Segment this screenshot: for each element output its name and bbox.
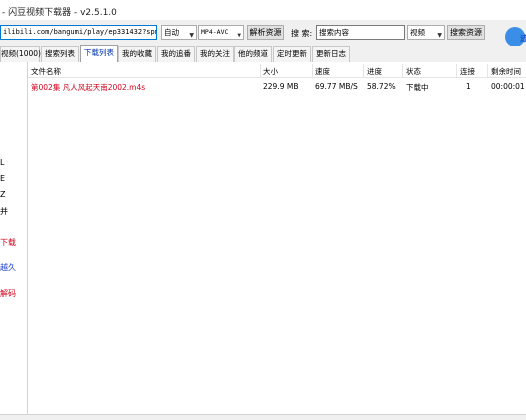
column-header-connections[interactable]: 连接 <box>460 66 475 77</box>
table-row[interactable]: 第002集 凡人风起天南2002.m4s 229.9 MB 69.77 MB/S… <box>28 80 526 94</box>
row-connections: 1 <box>466 82 471 91</box>
tab-following-bangumi[interactable]: 我的追番 <box>157 46 195 62</box>
chevron-down-icon: ▼ <box>237 32 241 39</box>
parse-button[interactable]: 解析资源 <box>247 25 284 40</box>
column-divider[interactable] <box>260 64 261 78</box>
format-select[interactable]: MP4-AVC ▼ <box>198 25 244 40</box>
search-type-select[interactable]: 视频 ▼ <box>407 25 445 40</box>
row-remaining: 00:00:01 <box>491 82 525 91</box>
side-text: E <box>0 174 6 183</box>
search-label: 搜 索: <box>291 29 313 38</box>
tab-video[interactable]: 视频(1000) <box>0 46 41 62</box>
column-header-status[interactable]: 状态 <box>406 66 421 77</box>
format-select-value: MP4-AVC <box>201 28 229 36</box>
quality-select-value: 自动 <box>164 28 179 37</box>
row-speed: 69.77 MB/S <box>315 82 358 91</box>
search-type-value: 视频 <box>410 28 425 37</box>
side-text-download[interactable]: 下载 <box>0 237 16 248</box>
column-header-speed[interactable]: 速度 <box>315 66 330 77</box>
column-header-progress[interactable]: 进度 <box>367 66 382 77</box>
search-input[interactable]: 搜索内容 <box>316 25 405 40</box>
column-divider[interactable] <box>402 64 403 78</box>
side-text: 并 <box>0 207 8 216</box>
column-header-size[interactable]: 大小 <box>263 66 278 77</box>
row-filename: 第002集 凡人风起天南2002.m4s <box>31 83 146 92</box>
row-progress: 58.72% <box>367 82 396 91</box>
brand-text: 迹 <box>520 34 526 43</box>
column-divider[interactable] <box>487 64 488 78</box>
side-text: Z <box>0 190 6 199</box>
tab-download-list[interactable]: 下载列表 <box>80 45 118 62</box>
chevron-down-icon: ▼ <box>189 32 194 39</box>
tab-scheduled-update[interactable]: 定时更新 <box>273 46 311 62</box>
tab-following[interactable]: 我的关注 <box>196 46 234 62</box>
side-text: L <box>0 158 5 167</box>
tab-bar: 视频(1000) 搜索列表 下载列表 我的收藏 我的追番 我的关注 他的频道 定… <box>0 45 526 62</box>
tab-their-channel[interactable]: 他的频道 <box>234 46 272 62</box>
column-header-remaining[interactable]: 剩余时间 <box>491 66 521 77</box>
side-text-decode[interactable]: 解码 <box>0 288 16 299</box>
side-text-link[interactable]: 越久 <box>0 262 16 273</box>
title-bar: - 闪豆视频下载器 - v2.5.1.0 <box>0 0 526 20</box>
status-bar <box>0 414 526 420</box>
column-divider[interactable] <box>456 64 457 78</box>
row-size: 229.9 MB <box>263 82 299 91</box>
download-list <box>28 62 526 414</box>
column-header-filename[interactable]: 文件名称 <box>31 66 61 77</box>
download-list-header: 文件名称 大小 速度 进度 状态 连接 剩余时间 <box>28 64 526 78</box>
row-status: 下载中 <box>406 83 429 92</box>
column-divider[interactable] <box>312 64 313 78</box>
chevron-down-icon: ▼ <box>437 32 442 39</box>
window-title: - 闪豆视频下载器 - v2.5.1.0 <box>2 8 117 18</box>
tab-search-list[interactable]: 搜索列表 <box>41 46 79 62</box>
tab-changelog[interactable]: 更新日志 <box>312 46 350 62</box>
column-divider[interactable] <box>363 64 364 78</box>
quality-select[interactable]: 自动 ▼ <box>161 25 197 40</box>
search-button[interactable]: 搜索资源 <box>447 25 485 40</box>
tab-favorites[interactable]: 我的收藏 <box>118 46 156 62</box>
url-input[interactable]: ilibili.com/bangumi/play/ep331432?spm_id <box>0 25 157 40</box>
left-panel: L E Z 并 下载 越久 解码 <box>0 62 28 414</box>
